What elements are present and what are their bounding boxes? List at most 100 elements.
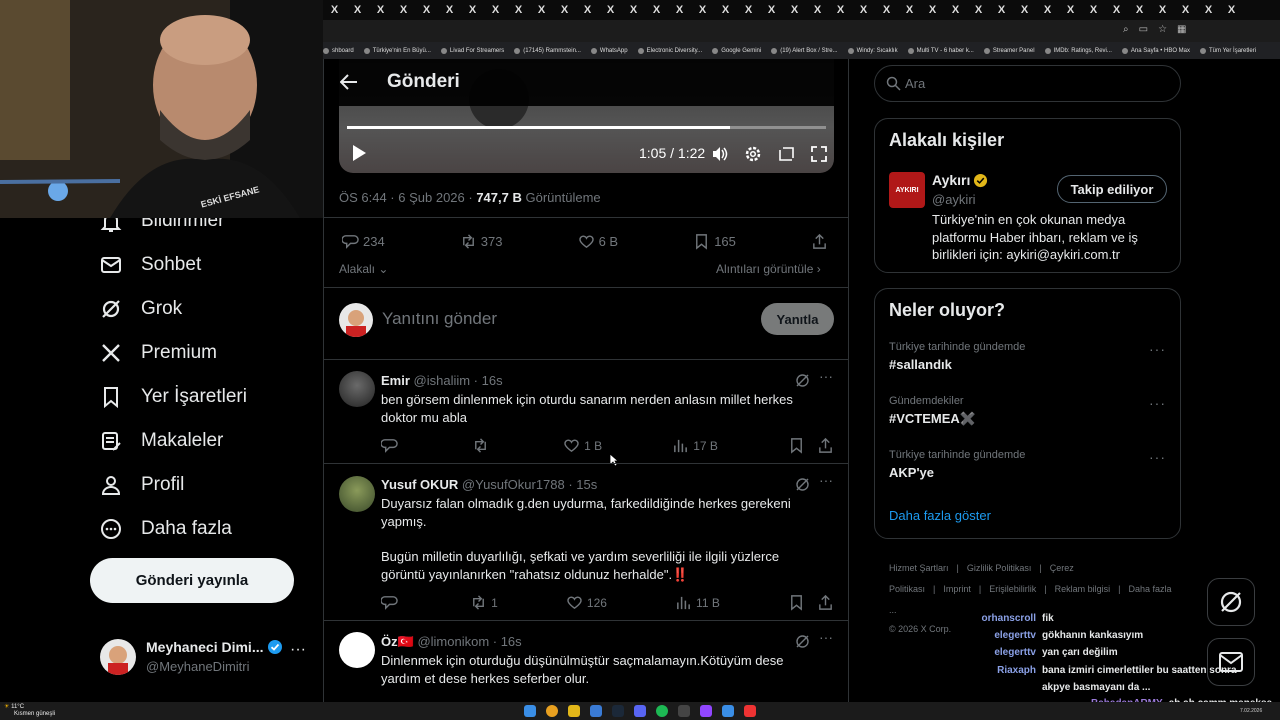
following-button[interactable]: Takip ediliyor [1057,175,1167,203]
back-arrow-icon[interactable] [340,73,358,91]
extensions-icon[interactable]: ▦ [1177,24,1186,35]
tab-close-icon[interactable]: X [484,4,507,16]
tab-close-icon[interactable]: X [1105,4,1128,16]
tab-close-icon[interactable]: X [990,4,1013,16]
like-action[interactable]: 1 B [563,437,602,454]
reply-composer-input[interactable]: Yanıtını gönder [382,309,497,329]
browser-address-bar[interactable]: ⌕ ▭ ☆ ▦ [323,20,1280,42]
like-action[interactable]: 6 B [578,233,618,250]
tab-close-icon[interactable]: X [599,4,622,16]
bookmark-item[interactable]: IMDb: Ratings, Revi... [1044,47,1112,54]
app-icon[interactable] [678,705,690,717]
person-handle[interactable]: @aykiri [932,192,976,207]
footer-link[interactable]: Hizmet Şartları [889,563,949,573]
tab-close-icon[interactable]: X [1174,4,1197,16]
messages-fab-button[interactable] [1207,638,1255,686]
windows-start-icon[interactable] [524,705,536,717]
bookmark-item[interactable]: Electronic Diversity... [637,47,702,54]
footer-link[interactable]: Gizlilik Politikası [967,563,1032,573]
tab-close-icon[interactable]: X [553,4,576,16]
volume-icon[interactable] [711,145,729,163]
tab-close-icon[interactable]: X [323,4,346,16]
reply-author-handle[interactable]: @ishaliim · 16s [414,373,503,388]
share-action[interactable] [811,233,832,250]
weather-widget[interactable]: ☀ 11°C Kısmen güneşli [4,704,55,718]
tab-close-icon[interactable]: X [737,4,760,16]
bookmark-item[interactable]: Windy: Sıcaklık [847,47,898,54]
post-timestamp[interactable]: ÖS 6:44 · 6 Şub 2026 · [339,190,473,205]
grok-fab-button[interactable] [1207,578,1255,626]
tab-close-icon[interactable]: X [829,4,852,16]
grok-icon[interactable] [795,477,810,492]
tab-close-icon[interactable]: X [714,4,737,16]
grok-icon[interactable] [795,634,810,649]
video-progress-track[interactable] [347,126,826,129]
nav-item-x-logo[interactable]: Premium [100,338,217,368]
views-action[interactable]: 17 B [672,437,718,454]
spotify-icon[interactable] [656,705,668,717]
tab-close-icon[interactable]: X [806,4,829,16]
tab-close-icon[interactable]: X [369,4,392,16]
tab-close-icon[interactable]: X [346,4,369,16]
search-input[interactable]: Ara [905,76,925,91]
bookmark-item[interactable]: Google Gemini [712,47,761,54]
reply-action[interactable]: 234 [342,233,385,250]
account-switcher[interactable]: Meyhaneci Dimi... @MeyhaneDimitri ··· [100,637,320,681]
footer-link[interactable]: Erişilebilirlik [989,584,1036,594]
tab-close-icon[interactable]: X [645,4,668,16]
star-icon[interactable]: ☆ [1158,24,1167,35]
tab-close-icon[interactable]: X [944,4,967,16]
reply-action[interactable] [381,594,402,611]
reply-action[interactable] [381,437,402,454]
footer-link[interactable]: Reklam bilgisi [1055,584,1111,594]
bookmark-item[interactable]: (19) Alert Box / Stre... [771,47,838,54]
like-action[interactable]: 126 [566,594,607,611]
chrome-icon[interactable] [546,705,558,717]
tab-close-icon[interactable]: X [691,4,714,16]
bookmark-action[interactable]: 165 [693,233,736,250]
reply-author-handle[interactable]: @limonikom · 16s [417,634,521,649]
tab-close-icon[interactable]: X [1197,4,1220,16]
tab-close-icon[interactable]: X [530,4,553,16]
trend-more-icon[interactable]: ··· [1149,395,1166,411]
app-icon[interactable] [590,705,602,717]
share-icon[interactable] [817,437,834,454]
steam-icon[interactable] [612,705,624,717]
share-icon[interactable] [817,594,834,611]
tab-close-icon[interactable]: X [622,4,645,16]
picture-in-picture-icon[interactable] [777,145,795,163]
app-icon[interactable] [722,705,734,717]
tab-close-icon[interactable]: X [783,4,806,16]
trend-item[interactable]: Türkiye tarihinde gündemde AKP'ye [889,449,1025,480]
reply-author-name[interactable]: Emir [381,373,410,388]
account-more-icon[interactable]: ··· [290,641,306,659]
nav-item-envelope[interactable]: Sohbet [100,250,201,280]
reply-more-icon[interactable]: ··· [819,368,833,384]
bookmark-item[interactable]: Multi TV - 6 haber k... [907,47,974,54]
nav-item-bookmark[interactable]: Yer İşaretleri [100,382,247,412]
tab-close-icon[interactable]: X [1151,4,1174,16]
file-explorer-icon[interactable] [568,705,580,717]
aykiri-logo[interactable]: AYKIRI [889,172,925,208]
search-box[interactable]: Ara [874,65,1181,102]
bookmark-item[interactable]: shboard [323,47,354,54]
repost-action[interactable] [472,437,493,454]
tab-close-icon[interactable]: X [1082,4,1105,16]
trend-item[interactable]: Türkiye tarihinde gündemde #sallandık [889,341,1025,372]
reply-avatar[interactable] [339,632,375,668]
trend-more-icon[interactable]: ··· [1149,341,1166,357]
tab-close-icon[interactable]: X [576,4,599,16]
tab-close-icon[interactable]: X [392,4,415,16]
person-name[interactable]: Aykırı [932,172,970,188]
tab-close-icon[interactable]: X [967,4,990,16]
tab-close-icon[interactable]: X [921,4,944,16]
bookmark-item[interactable]: (17145) Rammstein... [514,47,581,54]
tab-close-icon[interactable]: X [1128,4,1151,16]
tab-close-icon[interactable]: X [668,4,691,16]
reply-submit-button[interactable]: Yanıtla [761,303,834,335]
reply-more-icon[interactable]: ··· [819,629,833,645]
nav-item-grok[interactable]: Grok [100,294,182,324]
tab-close-icon[interactable]: X [415,4,438,16]
bookmark-icon[interactable] [788,594,805,611]
fullscreen-icon[interactable] [810,145,828,163]
